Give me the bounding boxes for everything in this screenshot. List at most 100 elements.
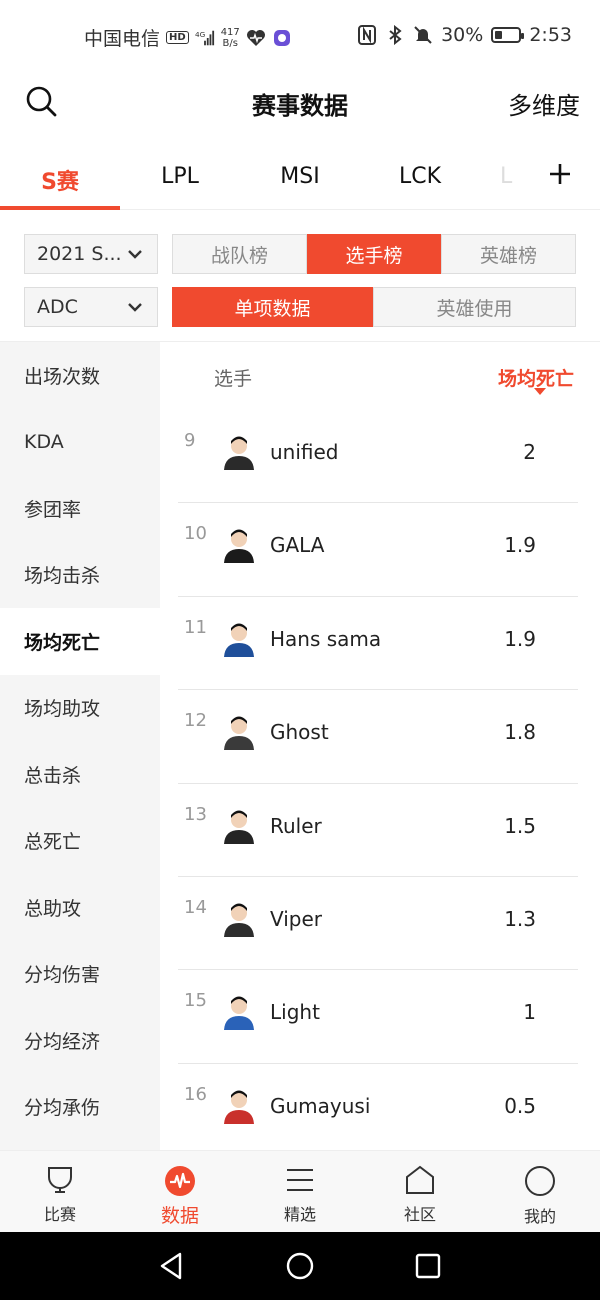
sidebar-item-avg-kills[interactable]: 场均击杀: [0, 542, 160, 609]
nav-community-label: 社区: [403, 1205, 436, 1224]
table-row[interactable]: 9 unified 2: [178, 410, 578, 504]
player-stat-value: 1.9: [504, 626, 536, 651]
cup-icon: [48, 1167, 72, 1193]
position-select-value: ADC: [37, 296, 78, 318]
table-row[interactable]: 15 Light 1: [178, 970, 578, 1064]
sidebar-item-kda[interactable]: KDA: [0, 409, 160, 476]
player-rank: 12: [184, 710, 207, 732]
player-avatar: [222, 434, 256, 470]
player-avatar: [222, 527, 256, 564]
network-speed-value: 417: [220, 26, 240, 38]
column-header-stat[interactable]: 场均死亡: [498, 364, 574, 391]
network-speed-unit: B/s: [222, 37, 238, 49]
back-triangle-icon[interactable]: [156, 1250, 188, 1282]
table-row[interactable]: 10 GALA 1.9: [178, 503, 578, 597]
tab-partial-hidden[interactable]: L: [500, 164, 530, 189]
player-name: Gumayusi: [270, 1093, 371, 1118]
table-row[interactable]: 16 Gumayusi 0.5: [178, 1064, 578, 1150]
network-speed: 417 B/s: [221, 27, 240, 49]
sidebar-item-gpm[interactable]: 分均经济: [0, 1007, 160, 1074]
health-heart-icon: [246, 28, 266, 48]
sidebar-item-avg-assists[interactable]: 场均助攻: [0, 675, 160, 742]
svg-text:4G: 4G: [195, 30, 206, 39]
column-header-player: 选手: [214, 368, 253, 390]
player-stat-value: 1.5: [504, 813, 536, 838]
player-name: Light: [270, 1000, 320, 1025]
tab-lpl[interactable]: LPL: [120, 164, 240, 189]
player-stat-value: 1.9: [504, 533, 536, 558]
nav-matches[interactable]: 比赛: [0, 1151, 120, 1232]
segment-hero-rank[interactable]: 英雄榜: [441, 234, 576, 274]
multi-dimension-button[interactable]: 多维度: [508, 86, 580, 121]
season-select-value: 2021 S...: [37, 243, 122, 265]
player-name: GALA: [270, 533, 325, 558]
player-rank: 11: [184, 616, 207, 638]
battery-percent: 30%: [441, 24, 484, 46]
status-right: 30% 2:53: [357, 24, 572, 46]
table-row[interactable]: 12 Ghost 1.8: [178, 690, 578, 784]
table-row[interactable]: 13 Ruler 1.5: [178, 784, 578, 877]
status-bar: 中国电信 HD 4G 417 B/s 30% 2:53: [0, 0, 600, 72]
table-header: 选手 场均死亡: [178, 342, 578, 410]
pulse-icon: [165, 1166, 195, 1196]
home-circle-icon[interactable]: [284, 1250, 316, 1282]
sidebar-item-total-kills[interactable]: 总击杀: [0, 741, 160, 808]
nav-profile-label: 我的: [523, 1207, 556, 1226]
player-avatar: [222, 714, 256, 751]
sidebar-item-total-deaths[interactable]: 总死亡: [0, 808, 160, 875]
position-select[interactable]: ADC: [24, 287, 158, 327]
nav-matches-label: 比赛: [43, 1205, 76, 1224]
nav-data-label: 数据: [160, 1205, 199, 1227]
player-rank: 14: [184, 896, 207, 918]
sidebar-item-participation[interactable]: 参团率: [0, 475, 160, 542]
segment-team-rank[interactable]: 战队榜: [172, 234, 307, 274]
player-name: Hans sama: [270, 626, 382, 651]
player-name: Viper: [270, 906, 323, 931]
sidebar-item-appearances[interactable]: 出场次数: [0, 342, 160, 409]
sort-desc-icon: [534, 388, 546, 395]
player-stat-value: 1.8: [504, 720, 536, 745]
nav-featured[interactable]: 精选: [240, 1151, 360, 1232]
player-stat-value: 2: [523, 440, 536, 464]
app-notification-icon: [272, 28, 292, 48]
sidebar-item-dpm[interactable]: 分均伤害: [0, 941, 160, 1008]
stat-category-sidebar: 出场次数 KDA 参团率 场均击杀 场均死亡 场均助攻 总击杀 总死亡 总助攻 …: [0, 342, 160, 1150]
player-stats-table: 选手 场均死亡 9 unified 2 10 GALA 1.9 11 Hans sama 1.9…: [178, 342, 578, 1150]
table-row[interactable]: 11 Hans sama 1.9: [178, 597, 578, 691]
clock: 2:53: [529, 24, 572, 46]
player-avatar: [222, 1088, 256, 1124]
recents-square-icon[interactable]: [412, 1250, 444, 1282]
house-icon: [406, 1165, 434, 1194]
hd-badge: HD: [166, 31, 189, 44]
player-avatar: [222, 994, 256, 1031]
season-select[interactable]: 2021 S...: [24, 234, 158, 274]
player-rank: 9: [184, 430, 196, 451]
filter-area: 2021 S... 战队榜 选手榜 英雄榜 ADC 单项数据 英雄使用: [0, 210, 600, 342]
chevron-down-icon: [128, 303, 142, 312]
system-navigation-bar: [0, 1232, 600, 1300]
table-row[interactable]: 14 Viper 1.3: [178, 877, 578, 971]
nav-data[interactable]: 数据: [120, 1151, 240, 1232]
bluetooth-icon: [385, 25, 405, 45]
add-tab-button[interactable]: [548, 158, 572, 192]
player-name: Ruler: [270, 813, 322, 838]
segment-player-rank[interactable]: 选手榜: [307, 234, 441, 274]
tab-lck[interactable]: LCK: [360, 164, 480, 189]
sidebar-item-dtpm[interactable]: 分均承伤: [0, 1074, 160, 1141]
app-header: 赛事数据 多维度: [0, 72, 600, 134]
sidebar-item-avg-deaths[interactable]: 场均死亡: [0, 608, 160, 675]
tab-s-season[interactable]: S赛: [0, 164, 120, 196]
nav-community[interactable]: 社区: [360, 1151, 480, 1232]
menu-lines-icon: [287, 1169, 313, 1191]
tab-msi[interactable]: MSI: [240, 164, 360, 189]
data-segment: 单项数据 英雄使用: [172, 287, 576, 327]
carrier-label: 中国电信: [84, 28, 161, 50]
plus-icon: [550, 164, 570, 184]
segment-hero-usage[interactable]: 英雄使用: [373, 287, 576, 327]
league-tab-bar: S赛 LPL MSI LCK L: [0, 148, 600, 210]
nav-profile[interactable]: 我的: [480, 1151, 600, 1232]
rank-segment: 战队榜 选手榜 英雄榜: [172, 234, 576, 274]
sidebar-item-total-assists[interactable]: 总助攻: [0, 874, 160, 941]
battery-icon: [491, 27, 525, 43]
segment-single-stats[interactable]: 单项数据: [172, 287, 373, 327]
